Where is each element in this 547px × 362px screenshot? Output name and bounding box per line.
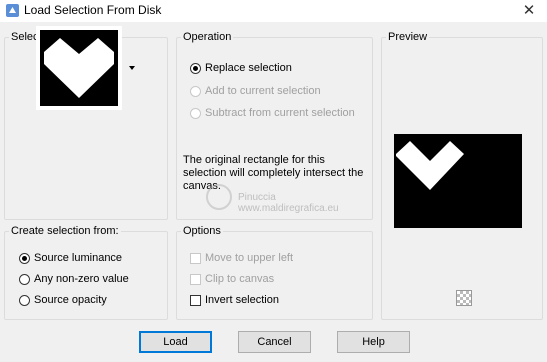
- radio-label: Source opacity: [34, 294, 107, 306]
- radio-replace-selection[interactable]: Replace selection: [190, 62, 292, 74]
- cancel-button[interactable]: Cancel: [238, 331, 311, 353]
- radio-label: Replace selection: [205, 62, 292, 74]
- radio-label: Subtract from current selection: [205, 107, 355, 119]
- create-selection-group-label: Create selection from:: [9, 225, 121, 237]
- operation-group-label: Operation: [181, 31, 234, 43]
- window-title: Load Selection From Disk: [24, 3, 162, 17]
- checkbox-label: Move to upper left: [205, 252, 294, 264]
- preview-canvas: [394, 134, 522, 228]
- radio-add-to-selection[interactable]: Add to current selection: [190, 85, 321, 97]
- radio-button[interactable]: [19, 294, 30, 306]
- close-button[interactable]: ✕: [517, 0, 541, 22]
- radio-button[interactable]: [19, 252, 30, 264]
- checkbox-invert-selection[interactable]: Invert selection: [190, 294, 279, 306]
- radio-subtract-from-selection[interactable]: Subtract from current selection: [190, 107, 355, 119]
- transparency-checker-icon[interactable]: [456, 290, 472, 306]
- radio-label: Add to current selection: [205, 85, 321, 97]
- checkbox-label: Invert selection: [205, 294, 279, 306]
- help-button[interactable]: Help: [337, 331, 410, 353]
- radio-source-luminance[interactable]: Source luminance: [19, 252, 122, 264]
- radio-source-opacity[interactable]: Source opacity: [19, 294, 107, 306]
- radio-button[interactable]: [190, 62, 201, 74]
- checkbox-move-to-upper-left[interactable]: Move to upper left: [190, 252, 293, 264]
- radio-label: Any non-zero value: [34, 273, 129, 285]
- heart-shape-icon: [44, 38, 114, 98]
- load-button[interactable]: Load: [139, 331, 212, 353]
- selection-thumbnail-dropdown[interactable]: [36, 26, 122, 110]
- app-icon: [6, 4, 19, 17]
- radio-any-non-zero[interactable]: Any non-zero value: [19, 273, 129, 285]
- preview-group-label: Preview: [386, 31, 430, 43]
- watermark-line-2: www.maldiregrafica.eu: [238, 203, 339, 214]
- title-bar: Load Selection From Disk ✕: [0, 0, 547, 22]
- radio-button[interactable]: [190, 107, 201, 119]
- checkbox-clip-to-canvas[interactable]: Clip to canvas: [190, 273, 274, 285]
- checkbox[interactable]: [190, 294, 201, 306]
- checkbox[interactable]: [190, 252, 201, 264]
- checkbox-label: Clip to canvas: [205, 273, 275, 285]
- watermark-line-1: Pinuccia: [238, 192, 276, 203]
- options-group-label: Options: [181, 225, 223, 237]
- watermark-text: Pinuccia www.maldiregrafica.eu: [200, 192, 339, 214]
- radio-label: Source luminance: [34, 252, 123, 264]
- radio-button[interactable]: [190, 85, 201, 97]
- checkbox[interactable]: [190, 273, 201, 285]
- radio-button[interactable]: [19, 273, 30, 285]
- preview-heart-shape-icon: [396, 141, 464, 190]
- dropdown-arrow-icon[interactable]: [129, 66, 135, 70]
